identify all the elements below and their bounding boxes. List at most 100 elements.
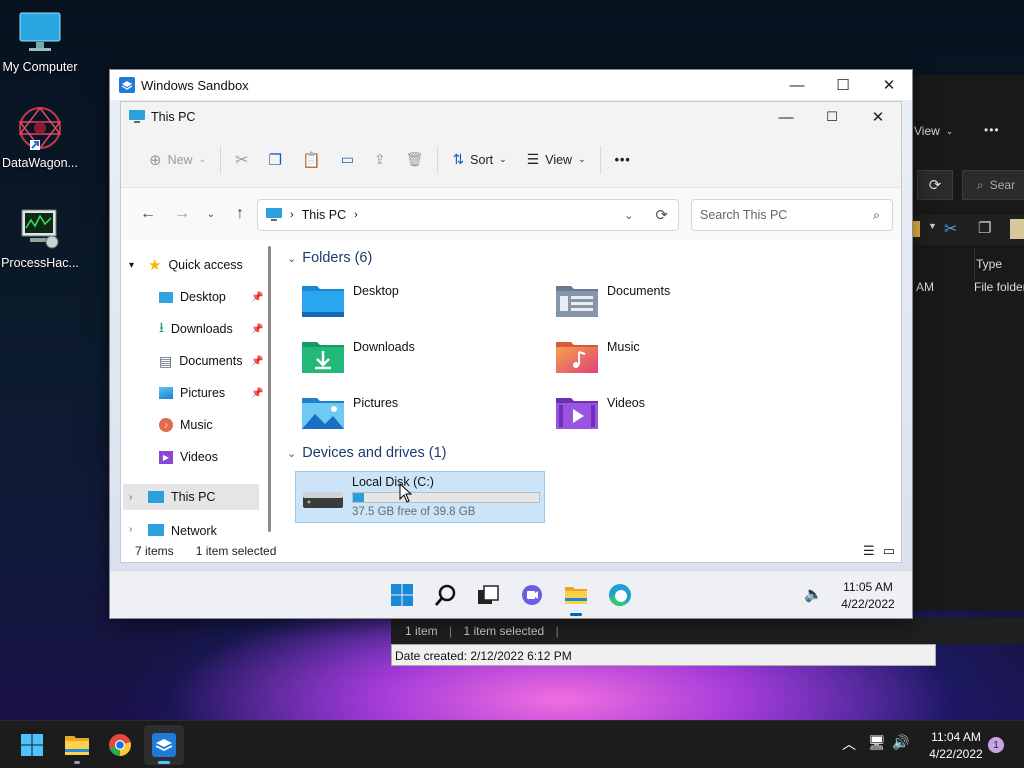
maximize-button[interactable]: ☐ [820, 70, 866, 100]
tiles-view-icon[interactable]: ▭ [883, 543, 895, 559]
cut-button[interactable]: ✂ [225, 144, 258, 176]
speaker-icon[interactable]: 🔈 [804, 585, 823, 603]
share-button[interactable]: ⇪ [364, 144, 396, 176]
folder-documents[interactable]: Documents [555, 282, 670, 318]
share-icon: ⇪ [373, 151, 386, 167]
cut-icon[interactable]: ✂ [944, 219, 957, 239]
nav-item-documents[interactable]: ▤ Documents 📌 [159, 348, 271, 374]
forward-arrow-icon[interactable]: → [165, 205, 199, 223]
nav-item-pictures[interactable]: Pictures 📌 [159, 380, 271, 406]
devices-section-header[interactable]: ⌄ Devices and drives (1) [287, 445, 446, 461]
nav-item-desktop[interactable]: Desktop 📌 [159, 284, 271, 310]
start-windows-icon[interactable] [390, 583, 414, 607]
maximize-button[interactable]: ☐ [809, 102, 855, 132]
bg-more-button[interactable]: ••• [984, 123, 1000, 137]
search-box[interactable]: Search This PC ⌕ [691, 199, 893, 231]
folder-videos[interactable]: Videos [555, 394, 645, 430]
nav-item-music[interactable]: ♪ Music [159, 412, 213, 438]
file-explorer-taskbar-icon[interactable] [64, 733, 89, 757]
host-taskbar: ︿ 🖥 🔊 11:04 AM 4/22/2022 1 [0, 720, 1024, 768]
rename-button[interactable]: ▭ [331, 144, 364, 176]
music-folder-icon [555, 338, 599, 374]
copy-button[interactable]: ❐ [259, 144, 292, 176]
background-explorer-window[interactable]: View ⌄ ••• ⟳ ⌕ Sear ▼ ✂ ❐ Type AM File f… [912, 75, 1024, 610]
edge-browser-icon[interactable] [608, 583, 632, 607]
drive-local-disk-c[interactable]: Local Disk (C:) 37.5 GB free of 39.8 GB [295, 471, 545, 523]
windows-sandbox-window[interactable]: Windows Sandbox — ☐ ✕ This PC — ☐ ✕ ⊕ Ne… [109, 69, 913, 619]
nav-scrollbar[interactable] [268, 246, 271, 532]
new-button[interactable]: ⊕ New ⌄ [139, 144, 216, 176]
nav-network[interactable]: › Network [129, 524, 217, 540]
teams-chat-icon[interactable] [520, 583, 544, 607]
sort-button[interactable]: ⇅ Sort ⌄ [442, 144, 516, 176]
explorer-titlebar[interactable]: This PC — ☐ ✕ [121, 102, 901, 132]
recent-locations-chevron-icon[interactable]: ⌄ [199, 209, 223, 220]
show-hidden-icons-chevron-icon[interactable]: ︿ [842, 734, 856, 754]
refresh-icon[interactable]: ⟳ [655, 206, 668, 224]
bg-refresh-icon[interactable]: ⟳ [917, 170, 953, 200]
task-view-icon[interactable] [476, 583, 500, 607]
folder-pictures[interactable]: Pictures [301, 394, 398, 430]
nav-quick-access[interactable]: ▾ ★ Quick access [129, 252, 243, 278]
bg-view-button[interactable]: View ⌄ [914, 124, 953, 138]
back-arrow-icon[interactable]: ← [131, 205, 165, 223]
explorer-title: This PC [151, 110, 196, 124]
bg-column-header-type[interactable]: Type [974, 249, 1002, 279]
delete-button[interactable]: 🗑 [396, 144, 434, 176]
sandbox-clock[interactable]: 11:05 AM 4/22/2022 [828, 580, 908, 611]
breadcrumb-this-pc[interactable]: This PC [302, 208, 346, 222]
sandbox-titlebar[interactable]: Windows Sandbox — ☐ ✕ [110, 70, 912, 100]
view-button[interactable]: ☰ View ⌄ [517, 144, 596, 176]
sandbox-title: Windows Sandbox [141, 77, 249, 93]
desktop-icon-processhacker[interactable]: ProcessHac... [0, 204, 80, 270]
bg-search-box[interactable]: ⌕ Sear [962, 170, 1024, 200]
details-view-icon[interactable]: ☰ [863, 543, 875, 559]
sort-icon: ⇅ [452, 151, 465, 167]
search-input[interactable]: Search This PC [700, 208, 873, 222]
folder-downloads[interactable]: Downloads [301, 338, 415, 374]
file-explorer-taskbar-icon[interactable] [564, 583, 588, 607]
nav-this-pc[interactable]: › This PC [123, 484, 259, 510]
up-arrow-icon[interactable]: ↑ [223, 205, 257, 223]
explorer-content: ▾ ★ Quick access Desktop 📌 ⭳ Downloads 📌 [121, 240, 901, 540]
minimize-button[interactable]: — [774, 70, 820, 100]
network-icon[interactable]: 🖥 [868, 734, 886, 751]
chevron-right-icon[interactable]: › [354, 209, 358, 221]
paste-button[interactable]: 📋 [292, 144, 331, 176]
tooltip: Date created: 2/12/2022 6:12 PM [391, 644, 936, 666]
sandbox-taskbar-button[interactable] [144, 725, 184, 765]
paste-icon: 📋 [302, 151, 321, 169]
drive-usage-bar [352, 492, 540, 503]
notification-badge[interactable]: 1 [988, 737, 1004, 753]
desktop-icon-datawagon[interactable]: DataWagon... [0, 104, 80, 170]
close-button[interactable]: ✕ [866, 70, 912, 100]
nav-item-downloads[interactable]: ⭳ Downloads 📌 [159, 316, 271, 342]
paste-icon[interactable] [1010, 219, 1024, 239]
folders-section-header[interactable]: ⌄ Folders (6) [287, 250, 372, 266]
address-dropdown-icon[interactable]: ⌄ [624, 209, 633, 222]
nav-item-videos[interactable]: ▶ Videos [159, 444, 218, 470]
rename-icon: ▭ [340, 151, 354, 167]
desktop-icon-my-computer[interactable]: My Computer [0, 8, 80, 74]
host-clock[interactable]: 11:04 AM 4/22/2022 [918, 730, 994, 761]
file-explorer-window[interactable]: This PC — ☐ ✕ ⊕ New ⌄ ✂ ❐ 📋 ▭ ⇪ 🗑 ⇅ Sort… [120, 101, 902, 563]
copy-icon[interactable]: ❐ [978, 219, 991, 237]
close-button[interactable]: ✕ [855, 102, 901, 132]
sandbox-taskbar: 🔈 11:05 AM 4/22/2022 [110, 570, 912, 618]
more-options-button[interactable]: ••• [605, 144, 641, 176]
desktop-folder-icon [159, 291, 173, 303]
chevron-down-icon: ⌄ [499, 154, 507, 164]
search-icon[interactable] [434, 583, 458, 607]
chrome-browser-icon[interactable] [108, 733, 132, 757]
minimize-button[interactable]: — [763, 102, 809, 132]
start-windows-icon[interactable] [20, 733, 44, 757]
videos-icon: ▶ [159, 450, 173, 464]
folder-music[interactable]: Music [555, 338, 640, 374]
videos-folder-icon [555, 394, 599, 430]
address-bar[interactable]: › This PC › ⌄ ⟳ [257, 199, 679, 231]
speaker-icon[interactable]: 🔊 [892, 734, 909, 751]
sandbox-desktop: This PC — ☐ ✕ ⊕ New ⌄ ✂ ❐ 📋 ▭ ⇪ 🗑 ⇅ Sort… [110, 100, 912, 618]
folder-desktop[interactable]: Desktop [301, 282, 399, 318]
plus-circle-icon: ⊕ [149, 151, 162, 169]
drive-usage-fill [353, 493, 364, 502]
